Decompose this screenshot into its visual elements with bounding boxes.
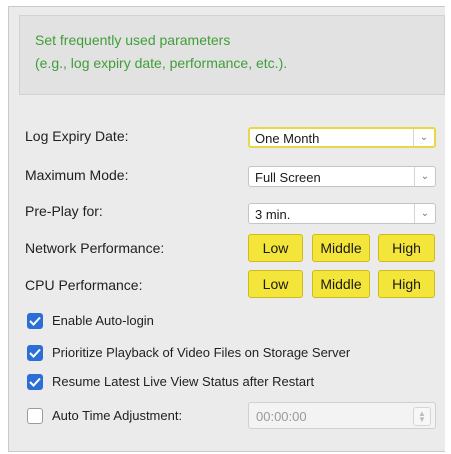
checkmark-icon: [29, 348, 41, 358]
cpu-high-button[interactable]: High: [378, 270, 435, 298]
pre-play-select[interactable]: 3 min. ⌄: [248, 203, 436, 224]
cpu-low-button[interactable]: Low: [248, 270, 303, 298]
network-low-button[interactable]: Low: [248, 234, 303, 262]
network-middle-button[interactable]: Middle: [312, 234, 370, 262]
chevron-down-icon: ⌄: [413, 129, 434, 146]
maximum-mode-value: Full Screen: [255, 170, 321, 185]
checkmark-icon: [29, 316, 41, 326]
settings-panel: Set frequently used parameters (e.g., lo…: [8, 6, 445, 452]
prioritize-playback-checkbox[interactable]: [27, 345, 43, 361]
network-high-button[interactable]: High: [378, 234, 435, 262]
auto-login-checkbox[interactable]: [27, 313, 43, 329]
chevron-down-icon: ⌄: [414, 204, 435, 223]
auto-login-label: Enable Auto-login: [52, 313, 154, 328]
pre-play-label: Pre-Play for:: [25, 203, 103, 219]
auto-time-adjustment-label: Auto Time Adjustment:: [52, 408, 183, 423]
chevron-down-icon: ⌄: [414, 167, 435, 186]
log-expiry-select[interactable]: One Month ⌄: [248, 127, 436, 148]
log-expiry-value: One Month: [255, 131, 320, 146]
log-expiry-label: Log Expiry Date:: [25, 128, 129, 144]
pre-play-value: 3 min.: [255, 207, 291, 222]
maximum-mode-label: Maximum Mode:: [25, 167, 129, 183]
cpu-performance-label: CPU Performance:: [25, 277, 143, 293]
info-line-2: (e.g., log expiry date, performance, etc…: [35, 55, 288, 71]
resume-live-view-checkbox[interactable]: [27, 374, 43, 390]
auto-time-adjustment-checkbox[interactable]: [27, 408, 43, 424]
stepper-icon[interactable]: ▲ ▼: [413, 407, 431, 426]
network-performance-label: Network Performance:: [25, 240, 165, 256]
auto-time-input[interactable]: 00:00:00 ▲ ▼: [248, 402, 436, 429]
auto-time-value: 00:00:00: [256, 409, 307, 424]
info-box: Set frequently used parameters (e.g., lo…: [19, 15, 445, 95]
prioritize-playback-label: Prioritize Playback of Video Files on St…: [52, 345, 351, 360]
resume-live-view-label: Resume Latest Live View Status after Res…: [52, 374, 315, 389]
checkmark-icon: [29, 377, 41, 387]
cpu-middle-button[interactable]: Middle: [312, 270, 370, 298]
info-line-1: Set frequently used parameters: [35, 32, 231, 48]
maximum-mode-select[interactable]: Full Screen ⌄: [248, 166, 436, 187]
